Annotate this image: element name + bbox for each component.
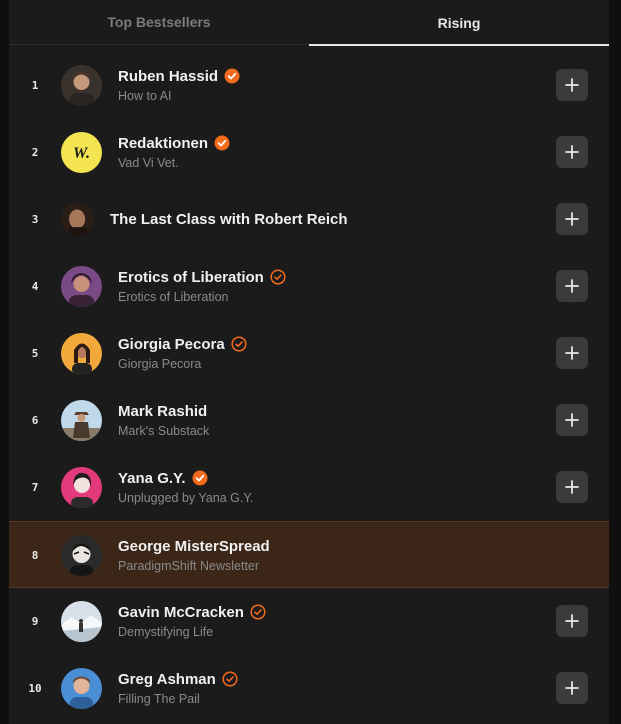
leaderboard-panel: Top Bestsellers Rising 1 Ruben Hassid Ho…: [9, 0, 609, 724]
plus-icon: [565, 212, 579, 226]
avatar[interactable]: [61, 400, 102, 441]
publication-author[interactable]: Redaktionen: [118, 135, 208, 152]
avatar[interactable]: [61, 467, 102, 508]
verified-badge-icon: [214, 135, 230, 151]
item-info: Mark Rashid Mark's Substack: [118, 401, 210, 439]
list-item[interactable]: 5 Giorgia Pecora Giorgia Pecora: [9, 320, 609, 387]
publication-author[interactable]: Mark Rashid: [118, 403, 207, 420]
rank-number: 4: [31, 280, 39, 293]
publication-name: Giorgia Pecora: [118, 357, 202, 371]
tab-top-bestsellers[interactable]: Top Bestsellers: [9, 0, 309, 44]
avatar[interactable]: [61, 668, 102, 709]
publication-name: How to AI: [118, 89, 172, 103]
publication-author[interactable]: Gavin McCracken: [118, 604, 244, 621]
plus-icon: [565, 413, 579, 427]
subscribe-button[interactable]: [556, 471, 588, 503]
publication-author[interactable]: Ruben Hassid: [118, 68, 218, 85]
publication-author[interactable]: Yana G.Y.: [118, 470, 186, 487]
verified-outline-badge-icon: [222, 671, 238, 687]
avatar[interactable]: [61, 601, 102, 642]
list-item[interactable]: 7 Yana G.Y. Unplugged by Yana G.Y.: [9, 454, 609, 521]
publication-name: Vad Vi Vet.: [118, 156, 179, 170]
rank-number: 7: [31, 481, 39, 494]
subscribe-button[interactable]: [556, 605, 588, 637]
plus-icon: [565, 78, 579, 92]
list-item[interactable]: 3 The Last Class with Robert Reich: [9, 186, 609, 253]
list-item[interactable]: 2 W. Redaktionen Vad Vi Vet.: [9, 119, 609, 186]
avatar[interactable]: [61, 535, 102, 576]
item-info: Redaktionen Vad Vi Vet.: [118, 133, 230, 170]
item-info: Gavin McCracken Demystifying Life: [118, 602, 266, 639]
publication-name: Unplugged by Yana G.Y.: [118, 491, 254, 505]
subscribe-button[interactable]: [556, 203, 588, 235]
subscribe-button[interactable]: [556, 337, 588, 369]
publication-author[interactable]: Greg Ashman: [118, 671, 216, 688]
avatar[interactable]: W.: [61, 132, 102, 173]
subscribe-button[interactable]: [556, 69, 588, 101]
publication-name: Erotics of Liberation: [118, 290, 229, 304]
plus-icon: [565, 480, 579, 494]
avatar[interactable]: [61, 203, 94, 236]
item-info: Yana G.Y. Unplugged by Yana G.Y.: [118, 468, 254, 506]
rank-number: 2: [31, 146, 39, 159]
subscribe-button[interactable]: [556, 672, 588, 704]
plus-icon: [565, 145, 579, 159]
leaderboard-list: 1 Ruben Hassid How to AI 2 W. Redaktione…: [9, 52, 609, 722]
avatar-logo-text: W.: [73, 145, 90, 162]
tab-rising[interactable]: Rising: [309, 0, 609, 46]
item-info: Giorgia Pecora Giorgia Pecora: [118, 334, 247, 371]
item-info: Greg Ashman Filling The Pail: [118, 669, 238, 706]
list-item[interactable]: 9 Gavin McCracken Demystifying Life: [9, 588, 609, 655]
verified-outline-badge-icon: [270, 269, 286, 285]
item-info: Erotics of Liberation Erotics of Liberat…: [118, 267, 286, 304]
tab-bar: Top Bestsellers Rising: [9, 0, 609, 46]
rank-number: 9: [31, 615, 39, 628]
verified-badge-icon: [224, 68, 240, 84]
list-item-highlighted[interactable]: 8 George MisterSpread ParadigmShift News…: [9, 521, 609, 588]
publication-author[interactable]: George MisterSpread: [118, 538, 270, 555]
publication-author[interactable]: Erotics of Liberation: [118, 269, 264, 286]
rank-number: 5: [31, 347, 39, 360]
item-info: Ruben Hassid How to AI: [118, 66, 240, 103]
publication-name: ParadigmShift Newsletter: [118, 559, 260, 573]
plus-icon: [565, 614, 579, 628]
subscribe-button[interactable]: [556, 270, 588, 302]
verified-outline-badge-icon: [231, 336, 247, 352]
avatar[interactable]: [61, 65, 102, 106]
plus-icon: [565, 346, 579, 360]
publication-name: Mark's Substack: [118, 424, 210, 438]
rank-number: 10: [28, 682, 42, 695]
list-item[interactable]: 4 Erotics of Liberation Erotics of Liber…: [9, 253, 609, 320]
plus-icon: [565, 279, 579, 293]
list-item[interactable]: 6 Mark Rashid Mark's Substack: [9, 387, 609, 454]
verified-outline-badge-icon: [250, 604, 266, 620]
item-info: George MisterSpread ParadigmShift Newsle…: [118, 536, 270, 574]
rank-number: 3: [31, 213, 39, 226]
list-item[interactable]: 1 Ruben Hassid How to AI: [9, 52, 609, 119]
rank-number: 8: [31, 549, 39, 562]
list-item[interactable]: 10 Greg Ashman Filling The Pail: [9, 655, 609, 722]
publication-author[interactable]: Giorgia Pecora: [118, 336, 225, 353]
avatar[interactable]: [61, 333, 102, 374]
verified-badge-icon: [192, 470, 208, 486]
item-info: The Last Class with Robert Reich: [110, 186, 348, 253]
avatar[interactable]: [61, 266, 102, 307]
plus-icon: [565, 681, 579, 695]
publication-name: Demystifying Life: [118, 625, 214, 639]
publication-name: Filling The Pail: [118, 692, 200, 706]
publication-title[interactable]: The Last Class with Robert Reich: [110, 211, 348, 228]
subscribe-button[interactable]: [556, 404, 588, 436]
rank-number: 6: [31, 414, 39, 427]
rank-number: 1: [31, 79, 39, 92]
subscribe-button[interactable]: [556, 136, 588, 168]
